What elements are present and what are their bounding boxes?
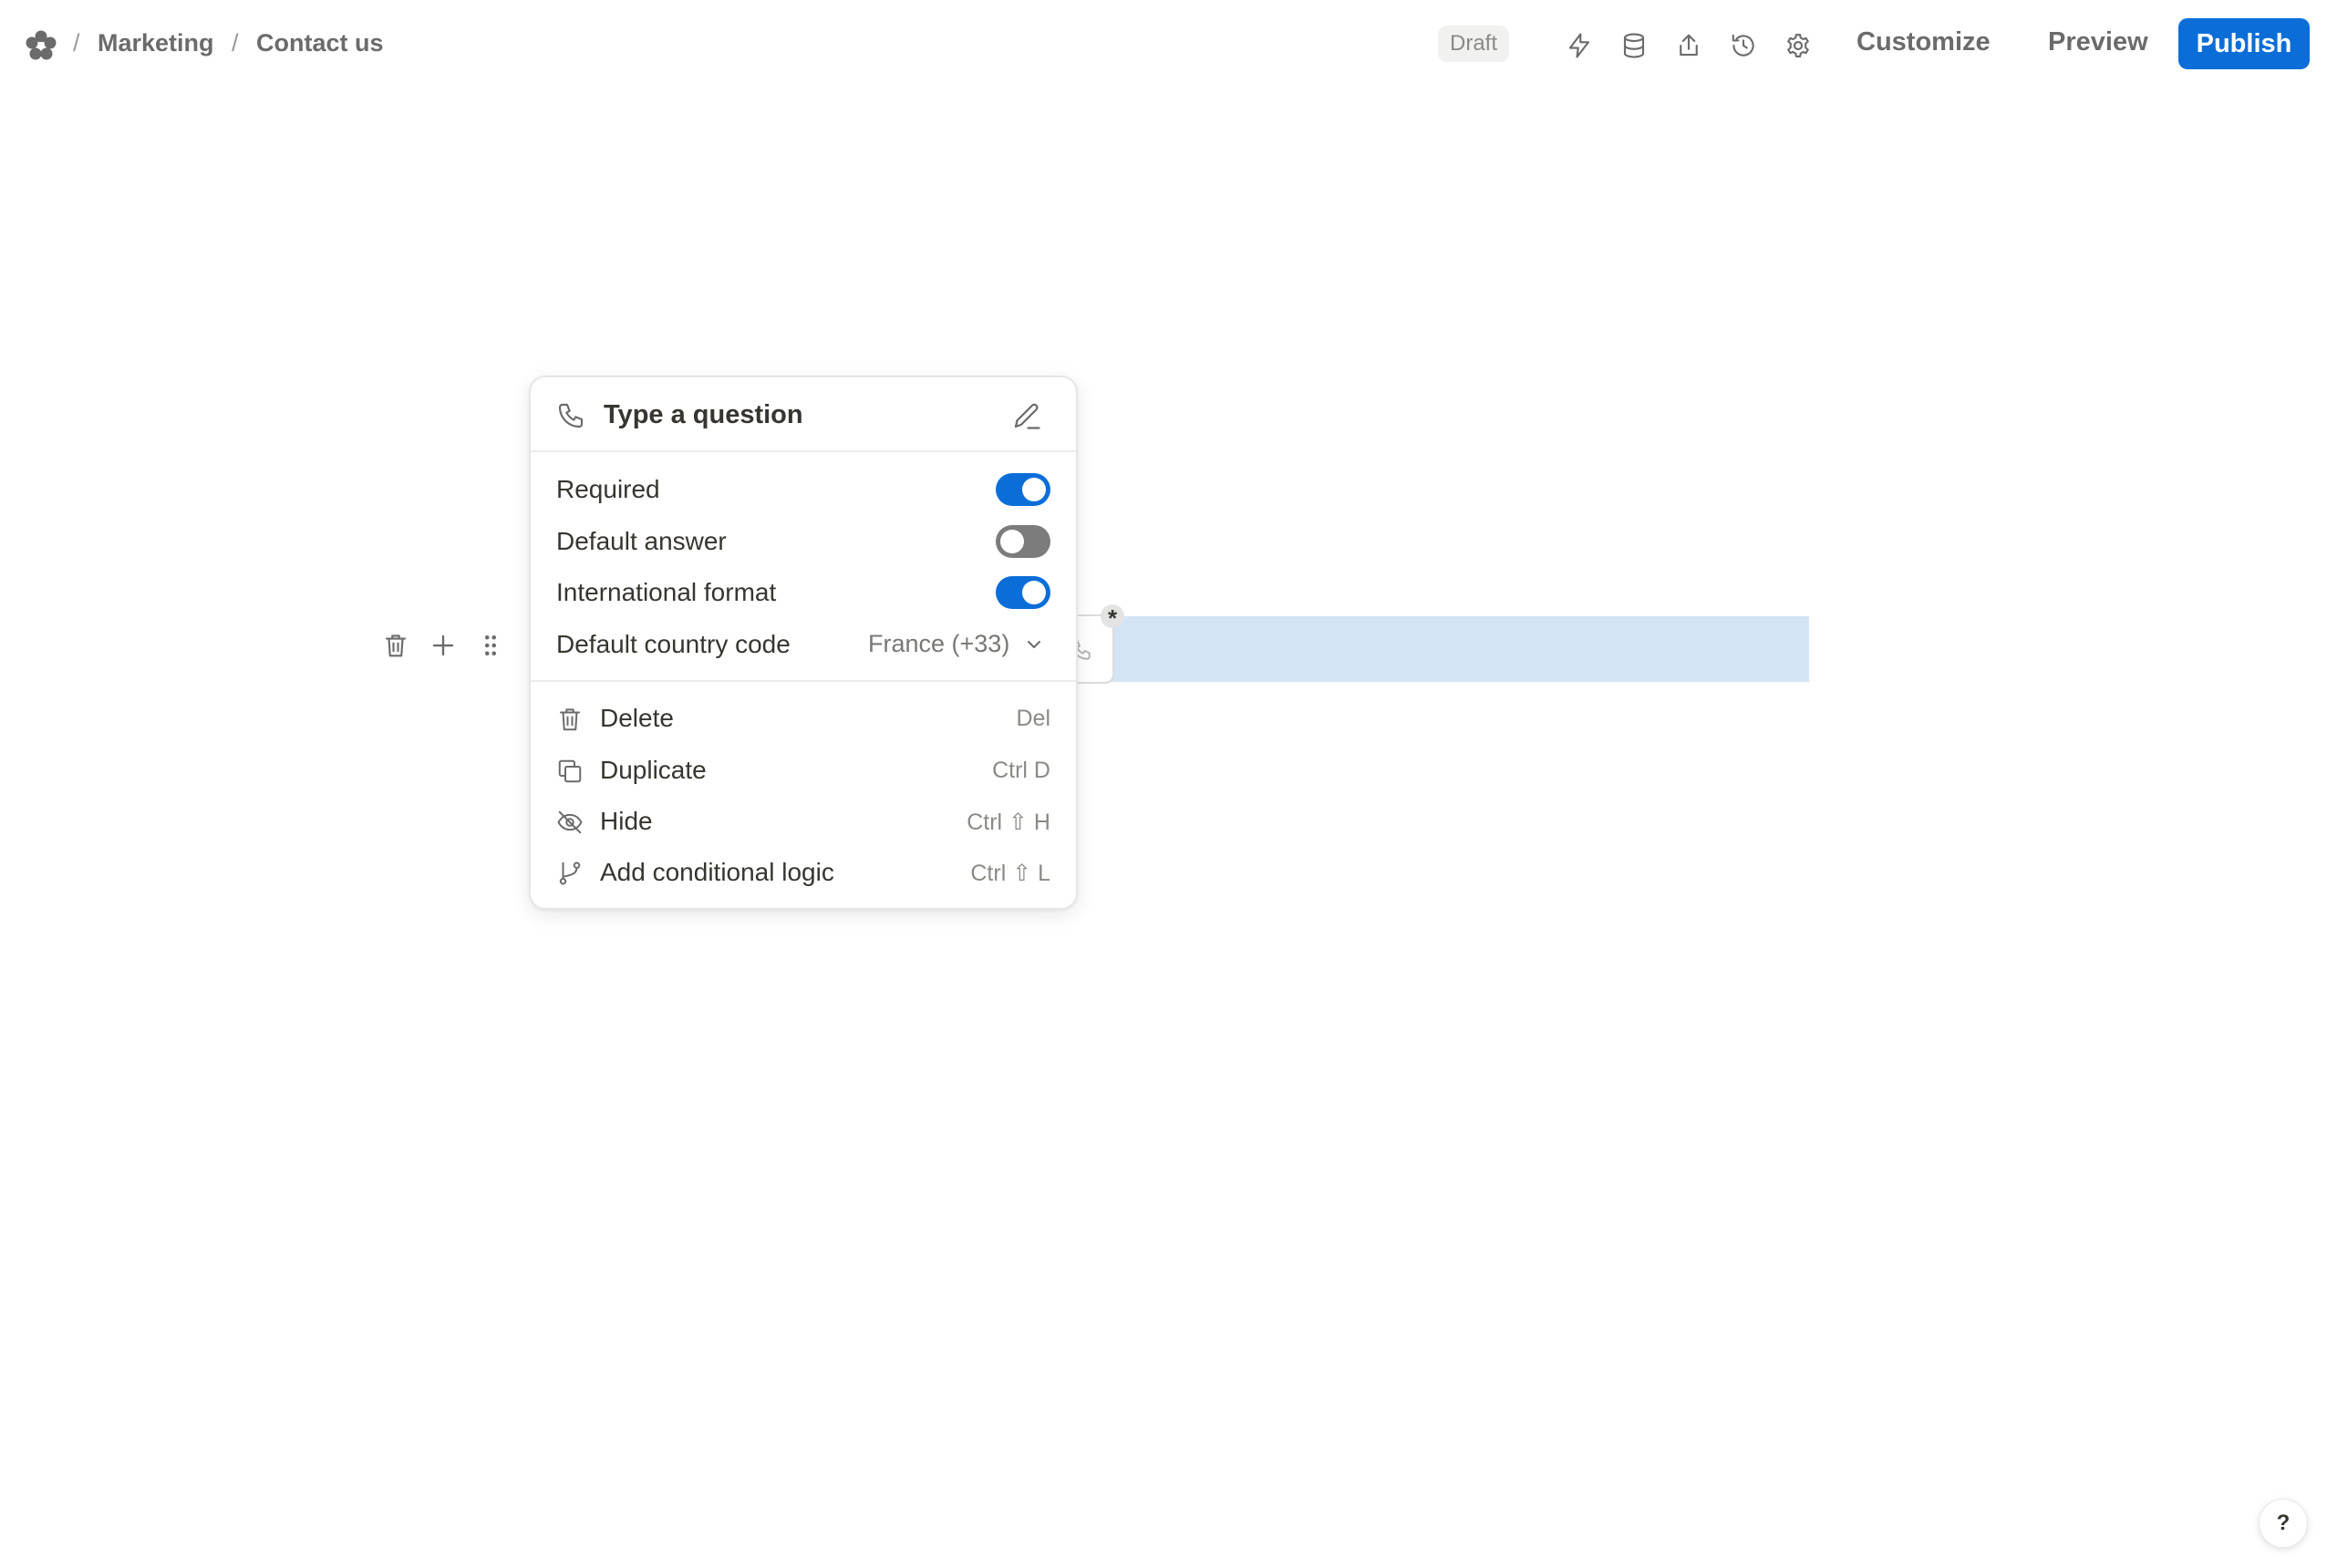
menu-item-shortcut: Ctrl ⇧ H: [967, 810, 1050, 835]
required-marker: *: [1101, 604, 1124, 632]
logo-icon[interactable]: [24, 28, 58, 63]
help-button[interactable]: ?: [2259, 1499, 2308, 1548]
menu-item-duplicate[interactable]: Duplicate Ctrl D: [531, 745, 1076, 796]
eye-off-icon: [556, 809, 584, 836]
share-icon[interactable]: [1670, 27, 1707, 64]
plus-icon[interactable]: [425, 627, 461, 664]
field-selection-highlight[interactable]: [1107, 616, 1809, 682]
menu-item-shortcut: Ctrl D: [992, 758, 1050, 783]
setting-international-format[interactable]: International format: [531, 567, 1076, 618]
history-icon[interactable]: [1725, 27, 1762, 64]
preview-button[interactable]: Preview: [2048, 27, 2148, 57]
trash-icon: [556, 706, 584, 733]
gear-icon[interactable]: [1780, 27, 1816, 64]
menu-item-label: Hide: [600, 807, 653, 835]
setting-international-format-label: International format: [556, 578, 777, 606]
setting-country-code[interactable]: Default country code France (+33): [531, 619, 1076, 670]
status-badge: Draft: [1438, 26, 1510, 62]
setting-required[interactable]: Required: [531, 464, 1076, 515]
publish-button[interactable]: Publish: [2178, 18, 2310, 69]
edit-pencil-icon[interactable]: [1010, 399, 1043, 432]
phone-icon: [556, 401, 585, 430]
menu-item-shortcut: Ctrl ⇧ L: [970, 861, 1050, 886]
question-settings-popup: Type a question Required Default answer …: [529, 376, 1078, 910]
duplicate-icon: [556, 758, 584, 785]
default-answer-toggle[interactable]: [996, 525, 1050, 558]
menu-item-hide[interactable]: Hide Ctrl ⇧ H: [531, 796, 1076, 847]
setting-required-label: Required: [556, 475, 660, 503]
menu-item-shortcut: Del: [1016, 706, 1050, 731]
drag-handle-icon[interactable]: [472, 627, 509, 664]
setting-default-answer-label: Default answer: [556, 527, 727, 555]
menu-divider: [531, 680, 1076, 682]
menu-item-label: Duplicate: [600, 756, 707, 784]
menu-item-delete[interactable]: Delete Del: [531, 693, 1076, 744]
setting-default-answer[interactable]: Default answer: [531, 516, 1076, 567]
breadcrumb-contact-us[interactable]: Contact us: [256, 29, 384, 57]
question-title-input[interactable]: Type a question: [604, 400, 803, 430]
branch-icon: [556, 860, 584, 887]
trash-icon[interactable]: [377, 627, 414, 664]
breadcrumb-marketing[interactable]: Marketing: [98, 29, 214, 57]
bolt-icon[interactable]: [1561, 27, 1598, 64]
customize-button[interactable]: Customize: [1856, 27, 1991, 57]
breadcrumb-separator: /: [232, 29, 239, 57]
menu-item-add-conditional-logic[interactable]: Add conditional logic Ctrl ⇧ L: [531, 847, 1076, 898]
setting-country-code-label: Default country code: [556, 630, 791, 658]
breadcrumb-separator: /: [73, 29, 80, 57]
menu-item-label: Delete: [600, 704, 674, 732]
country-code-select[interactable]: France (+33): [868, 630, 1009, 658]
required-toggle[interactable]: [996, 473, 1050, 506]
top-bar: / Marketing / Contact us Draft Customize…: [0, 0, 2327, 91]
international-format-toggle[interactable]: [996, 576, 1050, 609]
popup-header: Type a question: [531, 377, 1076, 452]
chevron-down-icon[interactable]: [1023, 634, 1045, 655]
database-icon[interactable]: [1616, 27, 1652, 64]
menu-item-label: Add conditional logic: [600, 858, 834, 886]
